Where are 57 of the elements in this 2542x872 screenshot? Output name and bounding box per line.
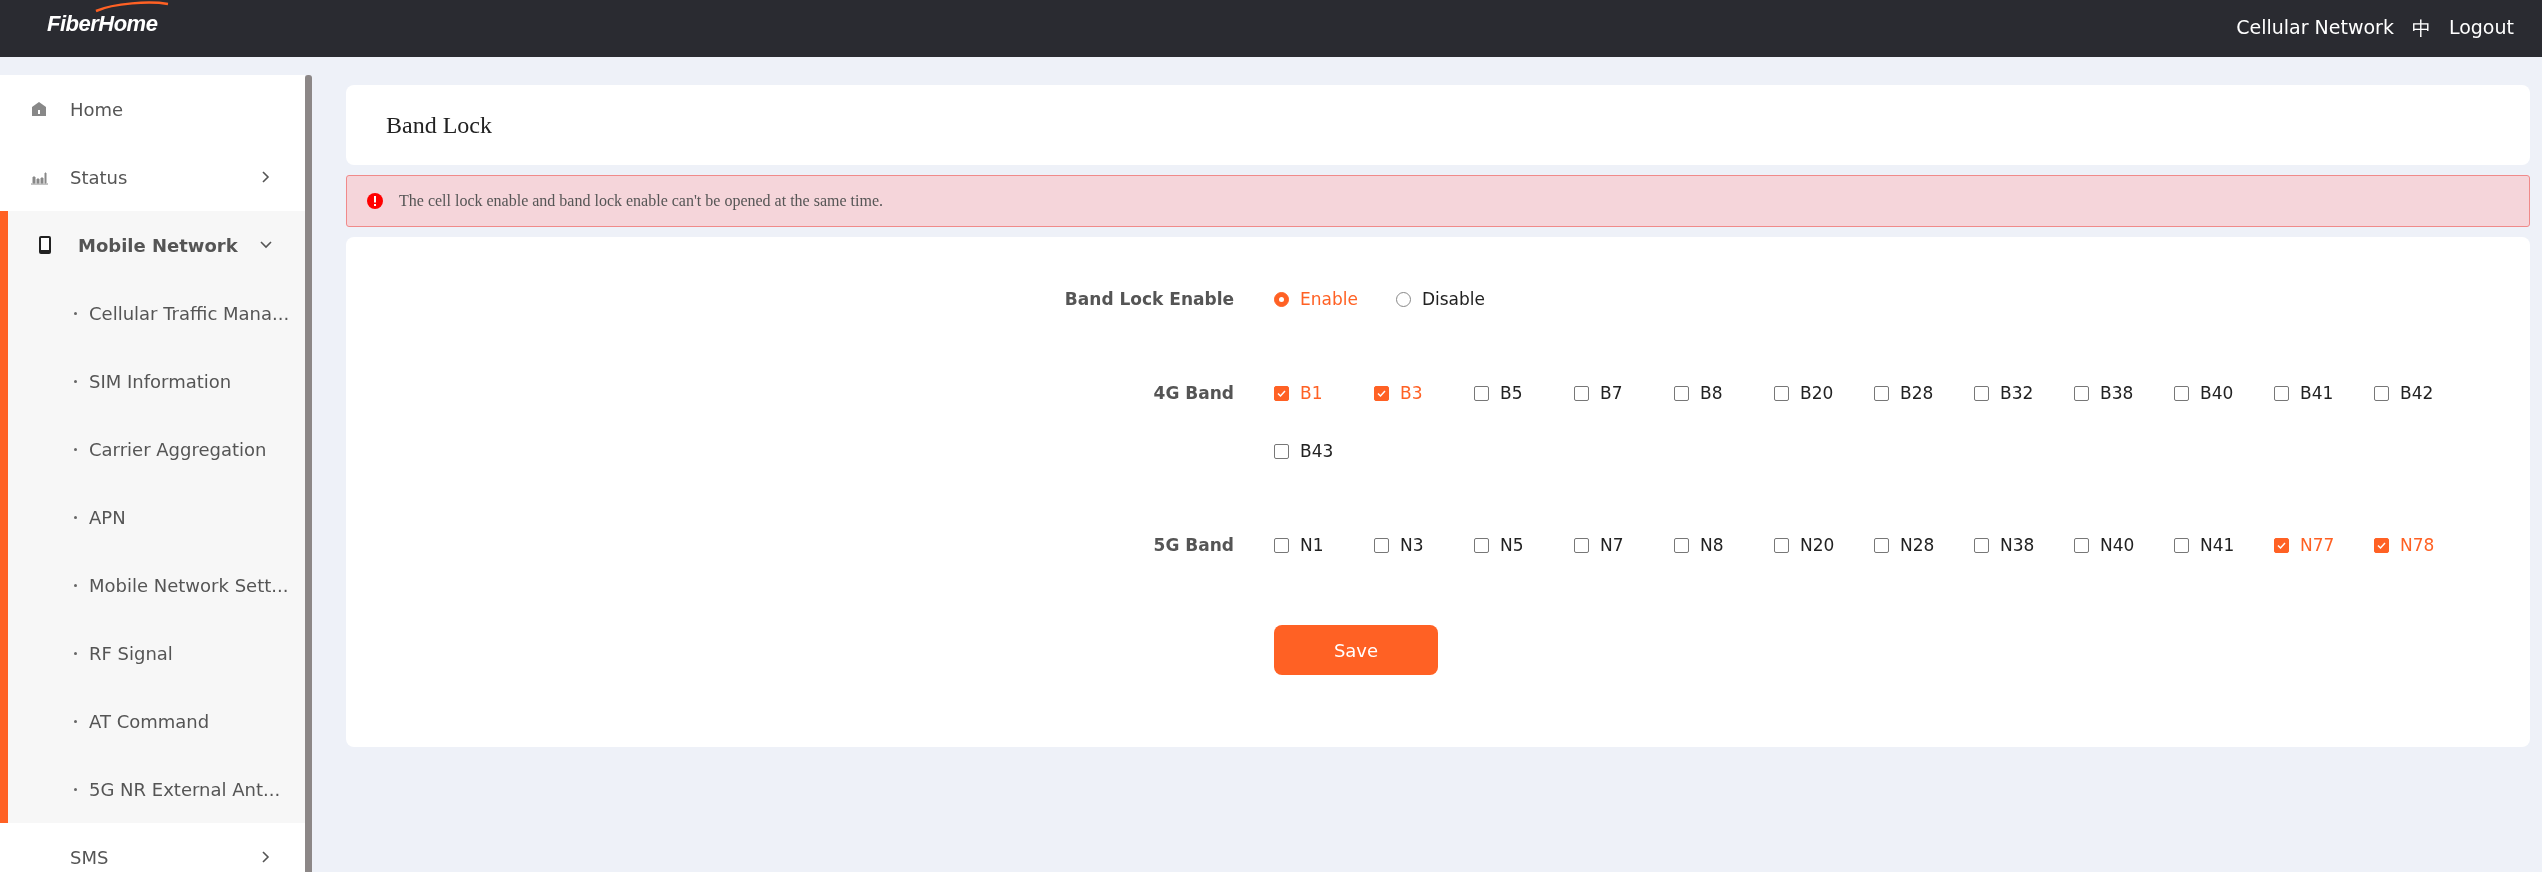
band-checkbox[interactable]: N5 — [1474, 531, 1574, 559]
band-checkbox[interactable]: B42 — [2374, 379, 2474, 407]
logo: FiberHome — [46, 9, 159, 38]
error-icon — [367, 193, 383, 209]
header-link[interactable]: 中 — [2411, 15, 2431, 42]
bar-chart-icon — [30, 169, 48, 185]
bullet-icon — [74, 651, 77, 655]
band-checkbox[interactable]: N38 — [1974, 531, 2074, 559]
sidebar-item[interactable]: Home — [0, 75, 305, 143]
sidebar-subitem[interactable]: SIM Information — [8, 347, 305, 415]
home-icon — [30, 101, 48, 117]
band-checkbox[interactable]: N20 — [1774, 531, 1874, 559]
band-checkbox[interactable]: N28 — [1874, 531, 1974, 559]
field-label: 4G Band — [1152, 382, 1235, 405]
alert-text: The cell lock enable and band lock enable can't be opened at the same time. — [399, 192, 883, 210]
sidebar-subitem[interactable]: 5G NR External Ant... — [8, 755, 305, 823]
bullet-icon — [74, 515, 77, 519]
band-checkbox[interactable]: B28 — [1874, 379, 1974, 407]
band-checkbox[interactable]: B38 — [2074, 379, 2174, 407]
sidebar-subitem[interactable]: AT Command — [8, 687, 305, 755]
band-checkbox[interactable]: B43 — [1274, 437, 1374, 465]
bullet-icon — [74, 787, 77, 791]
bullet-icon — [74, 311, 77, 315]
band-checkbox[interactable]: N41 — [2174, 531, 2274, 559]
phone-icon — [38, 235, 52, 255]
header-link[interactable]: Cellular Network — [2236, 15, 2394, 42]
band-checkbox[interactable]: N40 — [2074, 531, 2174, 559]
band-checkbox[interactable]: N3 — [1374, 531, 1474, 559]
band-checkbox[interactable]: B41 — [2274, 379, 2374, 407]
radio-option[interactable]: Disable — [1395, 285, 1485, 313]
band-checkbox[interactable]: B5 — [1474, 379, 1574, 407]
sidebar-subitem[interactable]: Cellular Traffic Mana... — [8, 279, 305, 347]
band-checkbox[interactable]: N1 — [1274, 531, 1374, 559]
band-checkbox[interactable]: B8 — [1674, 379, 1774, 407]
sidebar-item[interactable]: SMS — [0, 823, 305, 872]
band-checkbox[interactable]: N7 — [1574, 531, 1674, 559]
band-checkbox[interactable]: B40 — [2174, 379, 2274, 407]
sidebar-subitem[interactable]: Mobile Network Sett... — [8, 551, 305, 619]
band-checkbox[interactable]: N8 — [1674, 531, 1774, 559]
page-title: Band Lock — [346, 85, 2530, 165]
band-checkbox[interactable]: B20 — [1774, 379, 1874, 407]
sidebar-subitem[interactable]: APN — [8, 483, 305, 551]
scrollbar[interactable] — [305, 75, 312, 872]
bullet-icon — [74, 719, 77, 723]
sidebar-item[interactable]: Status — [0, 143, 305, 211]
sidebar-item[interactable]: Mobile Network — [8, 211, 305, 279]
field-label: Band Lock Enable — [1063, 288, 1235, 311]
bullet-icon — [74, 583, 77, 587]
band-checkbox[interactable]: B32 — [1974, 379, 2074, 407]
sidebar-subitem[interactable]: RF Signal — [8, 619, 305, 687]
bullet-icon — [74, 379, 77, 383]
header-link[interactable]: Logout — [2448, 15, 2514, 42]
band-checkbox[interactable]: B7 — [1574, 379, 1674, 407]
bullet-icon — [74, 447, 77, 451]
sidebar-subitem[interactable]: Carrier Aggregation — [8, 415, 305, 483]
field-label: 5G Band — [1152, 534, 1235, 557]
swoosh-icon — [94, 0, 170, 13]
